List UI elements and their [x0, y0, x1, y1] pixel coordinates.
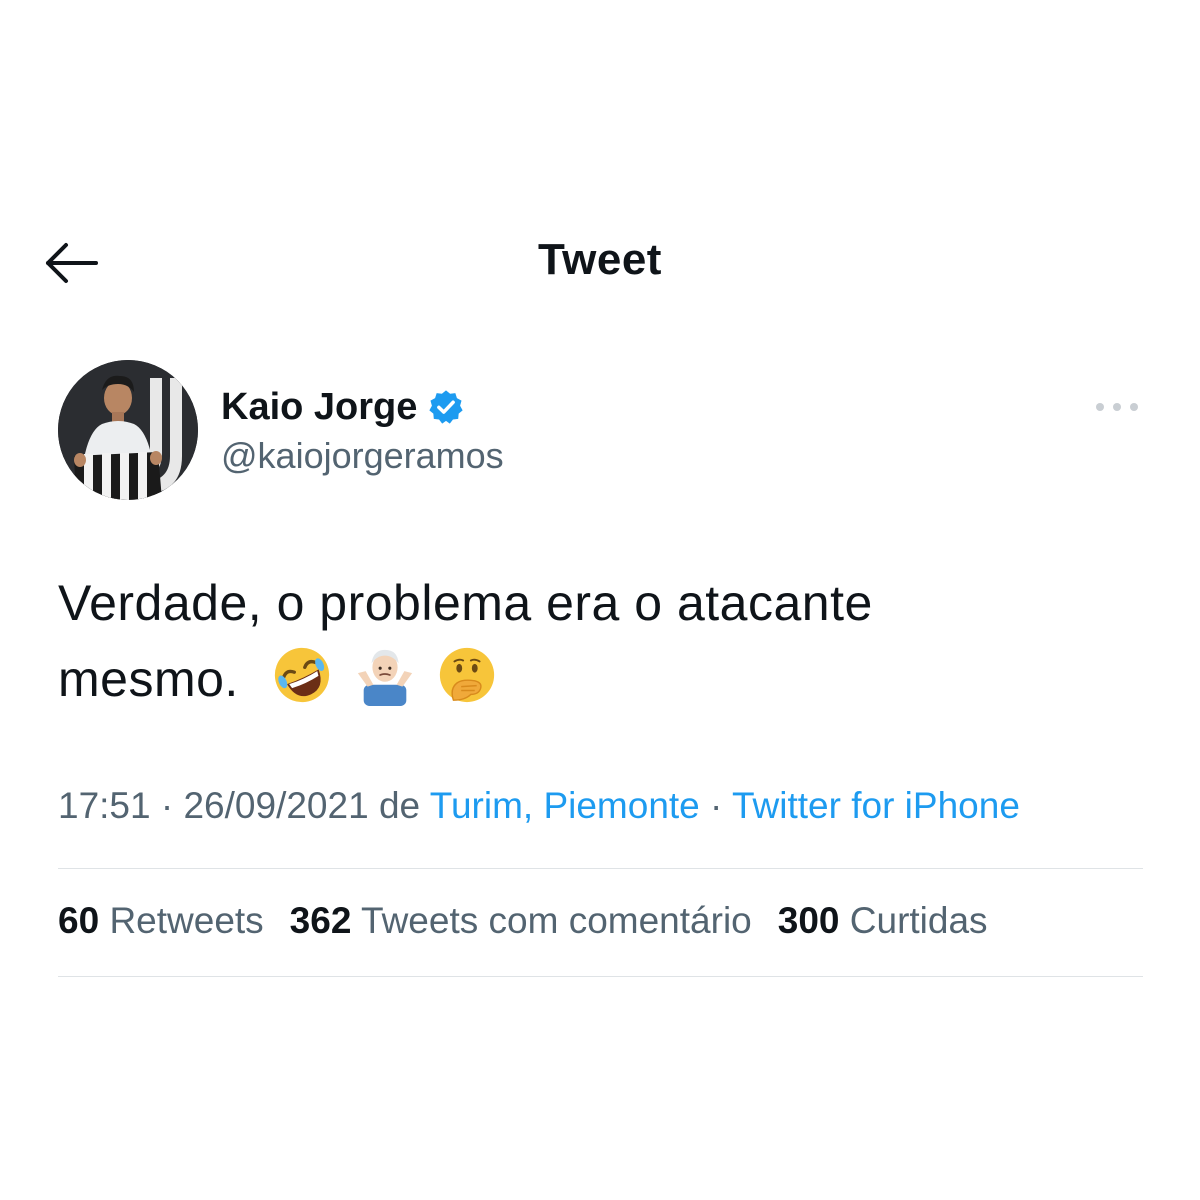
avatar[interactable]	[58, 360, 198, 500]
tweet-date[interactable]: 26/09/2021	[183, 785, 368, 826]
retweets-count: 60	[58, 900, 100, 941]
face-with-hand-over-mouth-emoji	[439, 647, 495, 703]
quote-tweets-label: Tweets com comentário	[361, 900, 752, 941]
divider	[58, 868, 1143, 869]
tweet-text-word: mesmo.	[58, 651, 239, 707]
page-title: Tweet	[538, 235, 662, 284]
location-prefix: de	[368, 785, 430, 826]
quote-tweets-stat[interactable]: 362 Tweets com comentário	[290, 900, 752, 942]
retweets-stat[interactable]: 60 Retweets	[58, 900, 264, 942]
tweet-text: Verdade, o problema era o atacante mesmo…	[58, 565, 1148, 717]
verified-badge-icon	[429, 390, 464, 424]
top-bar: Tweet	[0, 225, 1200, 300]
divider	[58, 976, 1143, 977]
tweet-location-link[interactable]: Turim, Piemonte	[430, 785, 700, 826]
separator: ·	[699, 785, 732, 826]
rolling-on-floor-laughing-emoji	[275, 647, 330, 703]
tweet-source-link[interactable]: Twitter for iPhone	[732, 785, 1020, 826]
author-name[interactable]: Kaio Jorge	[221, 386, 417, 429]
quote-tweets-count: 362	[289, 900, 352, 941]
more-horizontal-icon	[1096, 403, 1138, 411]
author-name-row[interactable]: Kaio Jorge	[221, 382, 465, 432]
tweet-time[interactable]: 17:51	[58, 785, 151, 826]
separator: ·	[150, 785, 184, 826]
retweets-label: Retweets	[109, 900, 264, 941]
tweet-text-line-1: Verdade, o problema era o atacante	[58, 575, 873, 631]
more-options-button[interactable]	[1092, 395, 1142, 419]
likes-count: 300	[777, 900, 840, 941]
likes-stat[interactable]: 300 Curtidas	[778, 900, 988, 942]
author-handle[interactable]: @kaiojorgeramos	[221, 435, 504, 477]
likes-label: Curtidas	[849, 900, 988, 941]
tweet-stats: 60 Retweets 362 Tweets com comentário 30…	[58, 900, 1014, 942]
tweet-text-line-2: mesmo.	[58, 641, 1148, 717]
tweet-metadata: 17:51 · 26/09/2021 de Turim, Piemonte · …	[58, 785, 1020, 827]
person-shrugging-emoji	[357, 649, 412, 706]
